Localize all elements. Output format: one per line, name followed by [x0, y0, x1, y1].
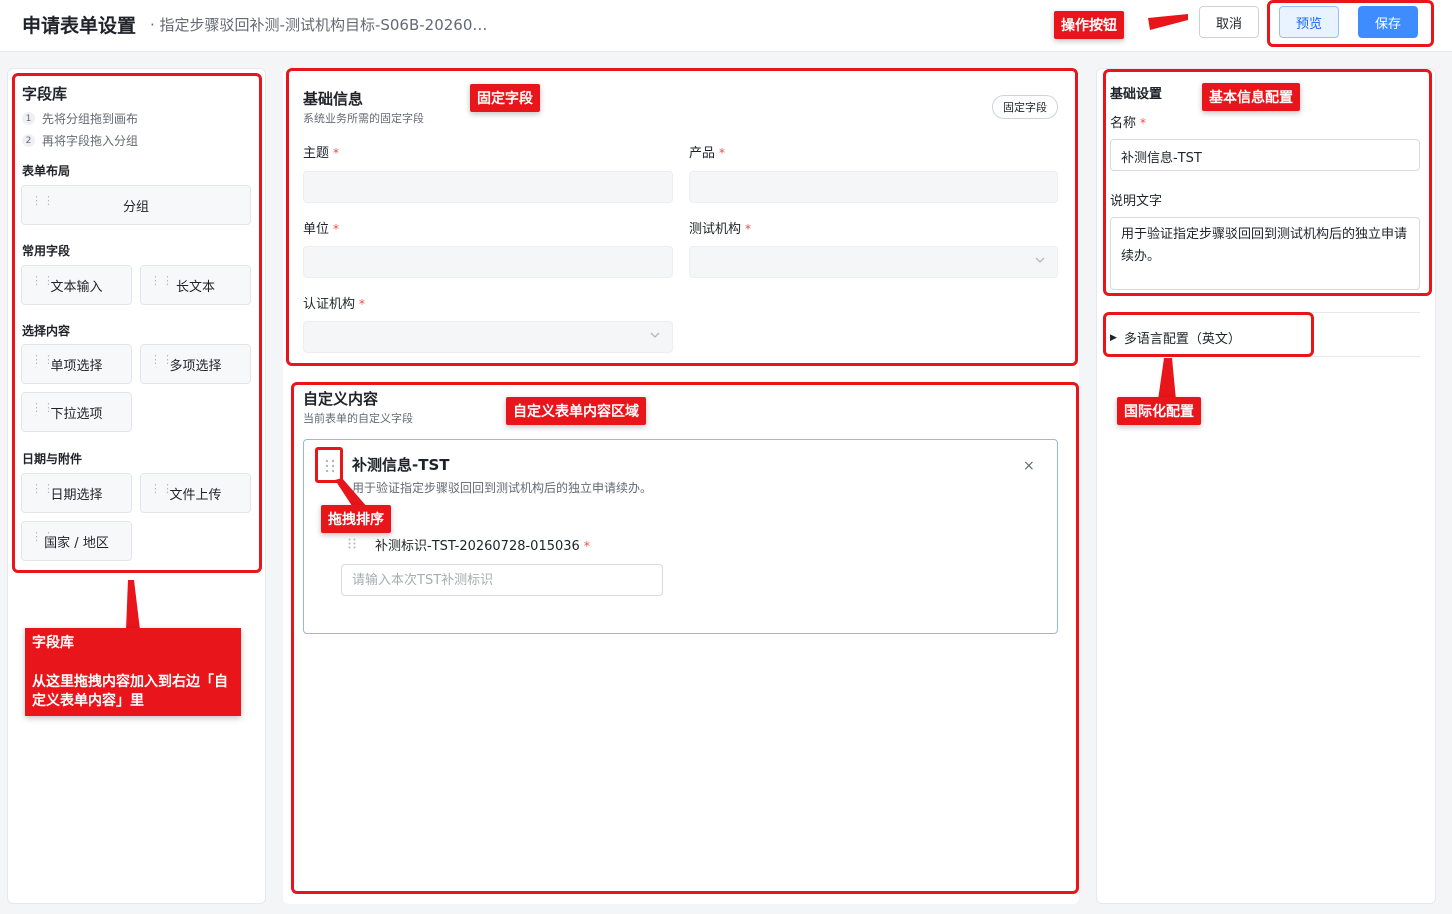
custom-content-subtitle: 当前表单的自定义字段 [303, 412, 413, 425]
basic-info-subtitle: 系统业务所需的固定字段 [303, 112, 424, 125]
drag-handle-icon: ⋮⋮ [31, 194, 55, 207]
step-text: 再将字段拖入分组 [42, 134, 139, 148]
annotation-fixed-fields: 固定字段 [470, 84, 540, 112]
custom-field-label: 补测标识-TST-20260728-015036 * [375, 539, 590, 554]
i18n-toggle[interactable]: ▶ 多语言配置（英文） [1110, 328, 1241, 347]
annotation-library-desc: 从这里拖拽内容加入到右边「自定义表单内容」里 [32, 674, 228, 709]
annotation-action-buttons: 操作按钮 [1054, 11, 1124, 39]
field-chip-multi-choice[interactable]: ⋮⋮ 多项选择 [140, 344, 251, 384]
group-title: 补测信息-TST [352, 456, 450, 474]
fixed-field-tag: 固定字段 [992, 95, 1058, 119]
close-icon[interactable]: × [1023, 458, 1035, 474]
description-textarea[interactable]: 用于验证指定步骤驳回回到测试机构后的独立申请续办。 [1110, 217, 1420, 290]
basic-info-title: 基础信息 [303, 90, 364, 108]
page-title: 申请表单设置 [22, 15, 137, 37]
drag-handle-icon: ⋮⋮ [31, 353, 55, 366]
field-chip-long-text[interactable]: ⋮⋮ 长文本 [140, 265, 251, 305]
field-chip-label: 文件上传 [169, 487, 222, 503]
preview-button[interactable]: 预览 [1279, 6, 1339, 38]
triangle-right-icon: ▶ [1110, 332, 1117, 343]
field-label-cert-agency: 认证机构 * [303, 297, 366, 312]
drag-handle-icon[interactable] [347, 537, 357, 550]
annotation-custom-area: 自定义表单内容区域 [506, 397, 646, 425]
section-label-common: 常用字段 [22, 244, 71, 258]
field-chip-text-input[interactable]: ⋮⋮ 文本输入 [21, 265, 132, 305]
step-number: 1 [22, 112, 35, 125]
annotation-library-title: 字段库 [32, 635, 74, 651]
step-2: 2 再将字段拖入分组 [22, 132, 138, 149]
product-input[interactable] [689, 171, 1058, 203]
drag-handle-icon: ⋮⋮ [31, 530, 55, 543]
drag-handle-icon: ⋮⋮ [31, 482, 55, 495]
chevron-down-icon [1035, 257, 1045, 263]
field-chip-label: 分组 [122, 199, 149, 215]
drag-handle-icon: ⋮⋮ [31, 401, 55, 414]
annotation-drag-sort: 拖拽排序 [321, 505, 391, 533]
field-label-subject: 主题 * [303, 146, 340, 161]
step-1: 1 先将分组拖到画布 [22, 110, 138, 127]
group-description: 用于验证指定步骤驳回回到测试机构后的独立申请续办。 [352, 481, 653, 495]
field-chip-label: 单项选择 [50, 358, 103, 374]
field-chip-group[interactable]: ⋮⋮ 分组 [21, 185, 251, 225]
divider [1110, 312, 1420, 313]
field-chip-label: 下拉选项 [50, 406, 103, 422]
description-label: 说明文字 [1110, 194, 1163, 209]
cert-agency-select[interactable] [303, 321, 673, 353]
settings-title: 基础设置 [1110, 87, 1163, 102]
section-label-layout: 表单布局 [22, 164, 71, 178]
save-button[interactable]: 保存 [1358, 6, 1418, 38]
drag-handle-icon: ⋮⋮ [150, 482, 174, 495]
field-chip-country-region[interactable]: ⋮⋮ 国家 / 地区 [21, 521, 132, 561]
name-label: 名称 * [1110, 116, 1147, 131]
drag-handle-icon: ⋮⋮ [31, 274, 55, 287]
field-chip-file-upload[interactable]: ⋮⋮ 文件上传 [140, 473, 251, 513]
page-subtitle: · 指定步骤驳回补测-测试机构目标-S06B-20260… [150, 16, 488, 34]
field-chip-label: 长文本 [175, 279, 215, 295]
chevron-down-icon [650, 332, 660, 338]
unit-input[interactable] [303, 246, 673, 278]
field-label-product: 产品 * [689, 146, 726, 161]
drag-handle-icon: ⋮⋮ [150, 353, 174, 366]
annotation-i18n: 国际化配置 [1117, 397, 1201, 425]
field-chip-label: 日期选择 [50, 487, 103, 503]
annotation-field-library: 字段库 从这里拖拽内容加入到右边「自定义表单内容」里 [25, 628, 241, 716]
tst-identifier-input[interactable] [341, 564, 663, 596]
subject-input[interactable] [303, 171, 673, 203]
field-label-test-agency: 测试机构 * [689, 222, 752, 237]
field-chip-date[interactable]: ⋮⋮ 日期选择 [21, 473, 132, 513]
section-label-choice: 选择内容 [22, 324, 71, 338]
field-chip-dropdown[interactable]: ⋮⋮ 下拉选项 [21, 392, 132, 432]
name-input[interactable]: 补测信息-TST [1110, 139, 1420, 171]
field-chip-single-choice[interactable]: ⋮⋮ 单项选择 [21, 344, 132, 384]
cancel-button[interactable]: 取消 [1199, 6, 1259, 38]
field-chip-label: 文本输入 [50, 279, 103, 295]
field-label-unit: 单位 * [303, 222, 340, 237]
drag-handle-icon: ⋮⋮ [150, 274, 174, 287]
divider [1110, 356, 1420, 357]
step-number: 2 [22, 134, 35, 147]
i18n-label: 多语言配置（英文） [1123, 332, 1241, 347]
drag-handle-icon[interactable] [324, 458, 336, 474]
step-text: 先将分组拖到画布 [42, 112, 139, 126]
section-label-date-attach: 日期与附件 [22, 452, 83, 466]
field-library-title: 字段库 [22, 85, 68, 103]
custom-content-title: 自定义内容 [303, 390, 379, 408]
annotation-basic-info-config: 基本信息配置 [1202, 83, 1300, 111]
top-header: 申请表单设置 · 指定步骤驳回补测-测试机构目标-S06B-20260… 取消 … [0, 0, 1452, 52]
test-agency-select[interactable] [689, 246, 1058, 278]
field-chip-label: 多项选择 [169, 358, 222, 374]
